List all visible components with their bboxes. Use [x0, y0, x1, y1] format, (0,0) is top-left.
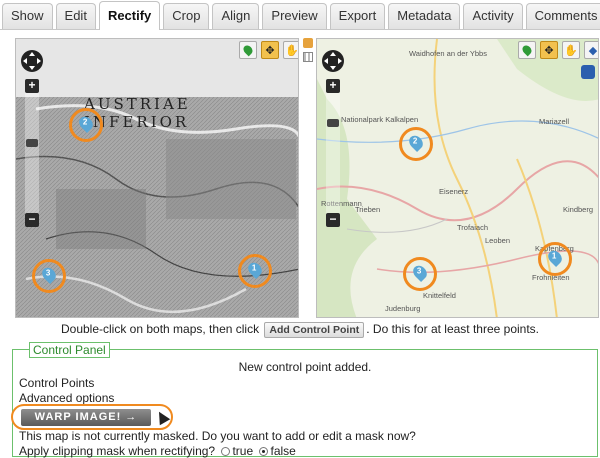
marker-number: 1: [251, 263, 257, 273]
pin-icon: [520, 43, 534, 57]
tab-preview[interactable]: Preview: [262, 3, 327, 29]
clip-true-radio[interactable]: [221, 447, 231, 456]
map-cartouche-text: AUSTRIAE INFERIOR: [84, 95, 191, 131]
layers-icon: ◆: [588, 44, 598, 57]
control-point-marker[interactable]: 3: [403, 257, 437, 291]
reference-map-viewer[interactable]: Waidhofen an der Ybbs Mariazell Eisenerz…: [316, 38, 599, 318]
place-label: Eisenerz: [439, 187, 469, 196]
tab-export[interactable]: Export: [329, 3, 386, 29]
pin-icon: [241, 43, 255, 57]
hand-icon: ✋: [564, 44, 578, 57]
tab-comments-0[interactable]: Comments (0): [525, 3, 600, 29]
tab-bar: Show Edit Rectify Crop Align Preview Export Met…: [0, 0, 600, 30]
place-label: Mariazell: [539, 117, 570, 126]
map-toolbar: ✥ ✋ ◆: [518, 41, 598, 59]
grid-icon[interactable]: [303, 52, 313, 62]
add-point-tool[interactable]: [518, 41, 536, 59]
tab-show[interactable]: Show: [2, 3, 53, 29]
marker-number: 1: [551, 251, 557, 261]
status-message: New control point added.: [238, 360, 372, 374]
instruction-after: . Do this for at least three points.: [366, 322, 540, 336]
pan-control-icon[interactable]: [321, 49, 345, 73]
tab-activity[interactable]: Activity: [463, 3, 523, 29]
control-panel-legend[interactable]: Control Panel: [29, 342, 110, 358]
move-icon: ✥: [544, 44, 554, 57]
hand-icon: ✋: [285, 44, 299, 57]
zoom-bar: + −: [326, 79, 340, 227]
place-label: Waidhofen an der Ybbs: [409, 49, 487, 58]
pan-control-icon[interactable]: [20, 49, 44, 73]
place-label: Judenburg: [385, 304, 421, 313]
tab-edit[interactable]: Edit: [55, 3, 96, 29]
zoom-in-button[interactable]: +: [326, 79, 340, 93]
control-points-link[interactable]: Control Points: [19, 376, 94, 390]
control-point-marker[interactable]: 3: [32, 259, 66, 293]
marker-number: 3: [45, 268, 51, 278]
marker-number: 2: [82, 117, 88, 127]
control-point-marker[interactable]: 2: [399, 127, 433, 161]
zoom-bar: + −: [25, 79, 39, 227]
historic-map-viewer[interactable]: AUSTRIAE INFERIOR + − ✥ ✋ 2 3 1: [15, 38, 299, 318]
instruction-before: Double-click on both maps, then click: [60, 322, 260, 336]
tab-align[interactable]: Align: [212, 3, 260, 29]
zoom-slider-handle[interactable]: [26, 139, 38, 147]
warp-image-button[interactable]: WARP IMAGE! →: [21, 409, 151, 426]
zoom-slider-handle[interactable]: [327, 119, 339, 127]
pan-tool[interactable]: ✋: [283, 41, 299, 59]
marker-number: 3: [416, 266, 422, 276]
move-tool[interactable]: ✥: [540, 41, 558, 59]
mask-status-text: This map is not currently masked. Do you…: [19, 429, 416, 443]
control-point-marker[interactable]: 1: [238, 254, 272, 288]
clip-false-label: false: [270, 444, 296, 458]
zoom-out-button[interactable]: −: [326, 213, 340, 227]
place-label: Knittelfeld: [423, 291, 456, 300]
lock-icon[interactable]: [303, 38, 313, 48]
layer-switcher-icon[interactable]: [581, 65, 595, 79]
clipping-mask-row: Apply clipping mask when rectifying? tru…: [19, 444, 296, 458]
map-toolbar: ✥ ✋: [239, 41, 299, 59]
add-point-tool[interactable]: [239, 41, 257, 59]
control-panel: Control Panel New control point added. C…: [11, 342, 598, 458]
zoom-out-button[interactable]: −: [25, 213, 39, 227]
control-point-marker[interactable]: 2: [69, 108, 103, 142]
marker-number: 2: [412, 136, 418, 146]
clip-true-label: true: [232, 444, 254, 458]
place-label: Trofaiach: [457, 223, 488, 232]
warp-button-highlight: WARP IMAGE! →: [11, 404, 173, 430]
tab-metadata[interactable]: Metadata: [388, 3, 461, 29]
layers-tool[interactable]: ◆: [584, 41, 598, 59]
move-icon: ✥: [265, 44, 275, 57]
control-point-marker[interactable]: 1: [538, 242, 572, 276]
mouse-cursor-icon: [153, 408, 171, 426]
pan-tool[interactable]: ✋: [562, 41, 580, 59]
add-control-point-button[interactable]: Add Control Point: [264, 322, 365, 338]
place-label: Kindberg: [563, 205, 594, 214]
tab-rectify[interactable]: Rectify: [98, 1, 161, 30]
tab-crop[interactable]: Crop: [163, 3, 210, 29]
place-label: Leoben: [485, 236, 511, 245]
move-tool[interactable]: ✥: [261, 41, 279, 59]
advanced-options-link[interactable]: Advanced options: [19, 391, 114, 405]
zoom-in-button[interactable]: +: [25, 79, 39, 93]
instruction-text: Double-click on both maps, then click Ad…: [0, 322, 600, 338]
clipping-mask-label: Apply clipping mask when rectifying?: [19, 444, 216, 458]
place-label: Nationalpark Kalkalpen: [341, 115, 419, 124]
clip-false-radio[interactable]: [259, 447, 269, 456]
